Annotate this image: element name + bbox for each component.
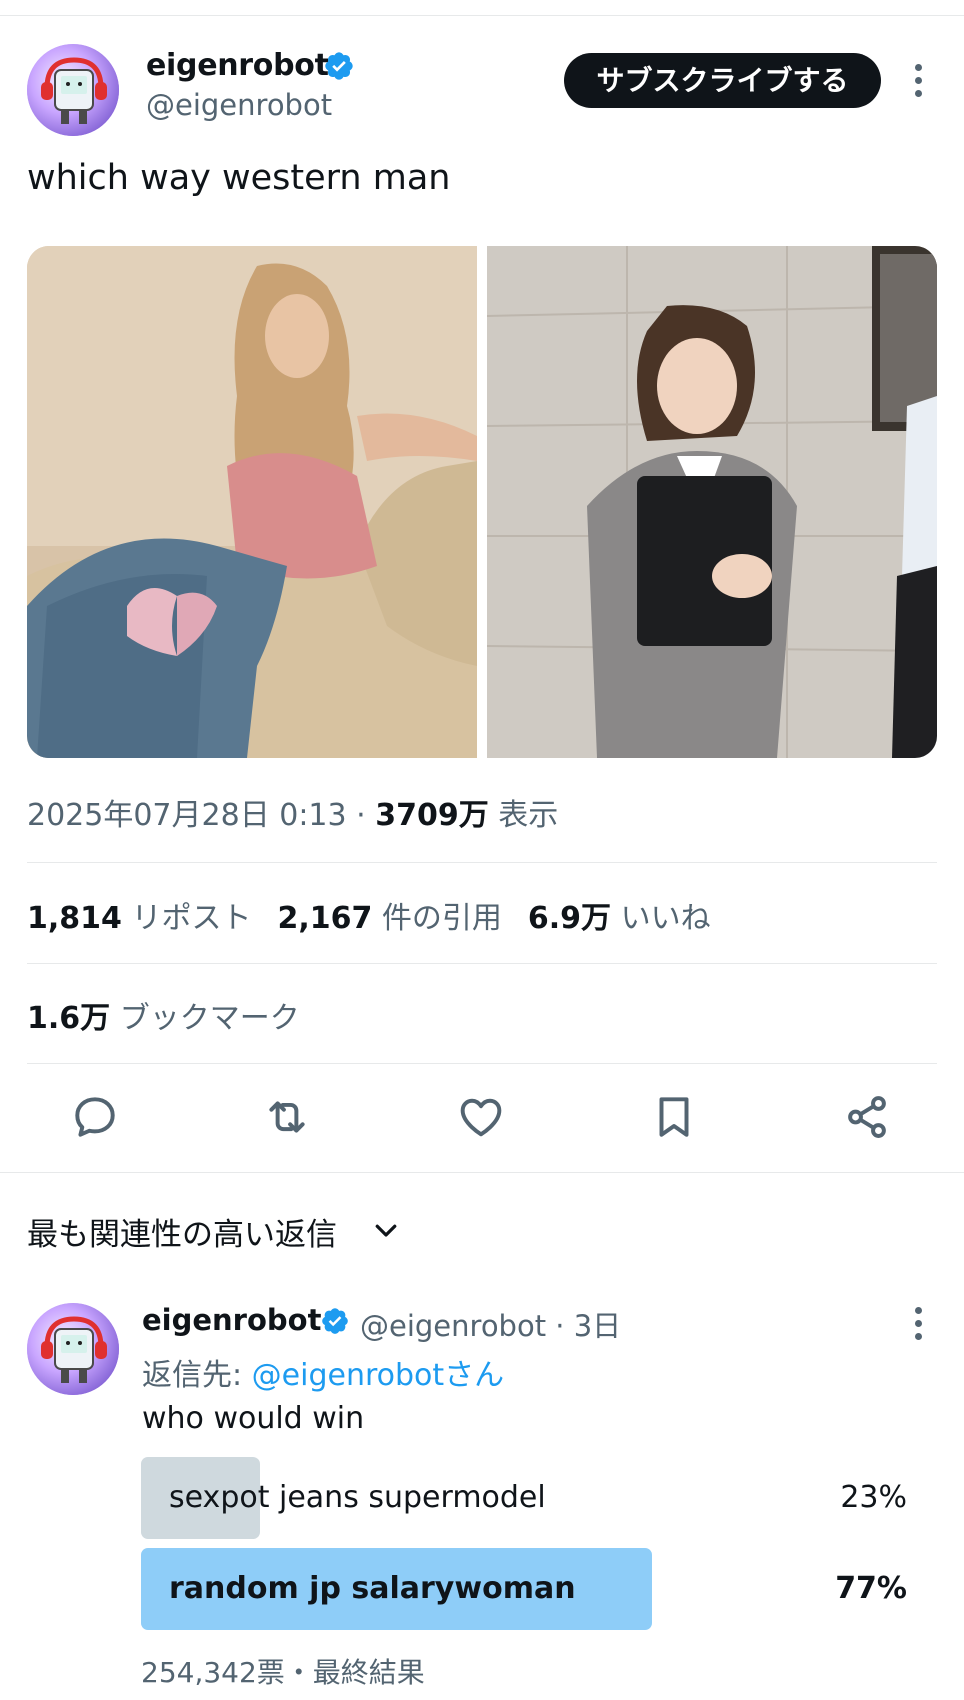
quotes-label: 件の引用 xyxy=(381,901,502,936)
replies-sort-label[interactable]: 最も関連性の高い返信 xyxy=(27,1209,337,1254)
reposts-label: リポスト xyxy=(131,901,252,936)
section-divider xyxy=(0,1172,964,1173)
tweet-timestamp-row: 2025年07月28日 0:13 · 3709万 表示 xyxy=(27,790,558,834)
divider xyxy=(27,963,937,964)
replying-to-handle-link[interactable]: @eigenrobotさん xyxy=(252,1358,505,1393)
poll-option-label: random jp salarywoman xyxy=(169,1571,576,1606)
subscribe-button[interactable]: サブスクライブする xyxy=(564,53,881,108)
author-name[interactable]: eigenrobot xyxy=(146,48,329,83)
bookmark-icon[interactable] xyxy=(649,1092,699,1142)
chevron-down-icon[interactable] xyxy=(371,1215,401,1245)
like-icon[interactable] xyxy=(456,1092,506,1142)
tweet-timestamp[interactable]: 2025年07月28日 0:13 xyxy=(27,798,347,833)
reply-text: who would win xyxy=(142,1401,365,1436)
reply-author-avatar[interactable] xyxy=(27,1303,119,1395)
reply-more-options-icon[interactable] xyxy=(912,1305,924,1341)
reposts-stat[interactable]: 1,814 リポスト xyxy=(27,901,251,936)
views-label: 表示 xyxy=(488,798,559,833)
author-handle[interactable]: @eigenrobot xyxy=(146,88,332,122)
separator: · xyxy=(346,798,376,833)
reply-icon[interactable] xyxy=(70,1092,120,1142)
tweet-photo-left[interactable] xyxy=(27,246,477,758)
bookmarks-label: ブックマーク xyxy=(119,1001,300,1036)
poll-option-percent: 23% xyxy=(840,1480,907,1515)
divider xyxy=(27,1063,937,1064)
verified-badge-icon xyxy=(325,52,353,80)
replying-to-prefix: 返信先: xyxy=(142,1358,252,1393)
share-icon[interactable] xyxy=(842,1092,892,1142)
poll-option-percent: 77% xyxy=(835,1571,907,1606)
tweet-photo-right[interactable] xyxy=(487,246,937,758)
reply-author-name[interactable]: eigenrobot xyxy=(142,1303,321,1337)
likes-label: いいね xyxy=(620,901,711,936)
likes-count: 6.9万 xyxy=(527,901,612,936)
replying-to: 返信先: @eigenrobotさん xyxy=(142,1350,504,1394)
views-count: 3709万 xyxy=(375,798,489,833)
bookmarks-stat[interactable]: 1.6万 ブックマーク xyxy=(27,993,300,1037)
reply-handle-and-time[interactable]: @eigenrobot · 3日 xyxy=(360,1303,621,1345)
repost-icon[interactable] xyxy=(262,1092,312,1142)
poll-option-label: sexpot jeans supermodel xyxy=(169,1480,546,1515)
bookmarks-count: 1.6万 xyxy=(27,1001,111,1036)
poll-footer: 254,342票・最終結果 xyxy=(141,1656,425,1689)
quotes-stat[interactable]: 2,167 件の引用 xyxy=(277,901,501,936)
author-avatar[interactable] xyxy=(27,44,119,136)
reposts-count: 1,814 xyxy=(27,901,122,936)
poll-option: sexpot jeans supermodel 23% xyxy=(141,1457,941,1539)
divider xyxy=(27,862,937,863)
top-divider xyxy=(0,15,964,16)
engagement-stats: 1,814 リポスト 2,167 件の引用 6.9万 いいね xyxy=(27,893,737,937)
more-options-icon[interactable] xyxy=(912,62,924,98)
quotes-count: 2,167 xyxy=(277,901,373,936)
verified-badge-icon xyxy=(322,1308,348,1334)
poll-option: random jp salarywoman 77% xyxy=(141,1548,941,1630)
likes-stat[interactable]: 6.9万 いいね xyxy=(528,901,711,936)
tweet-text: which way western man xyxy=(27,158,451,198)
